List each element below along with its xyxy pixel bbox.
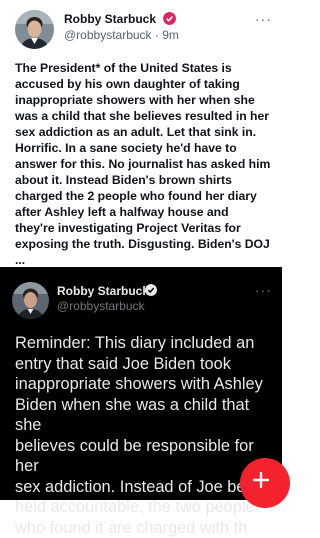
tweet-1[interactable]: Robby Starbuck @robbystarbuck · 9m ··· T… xyxy=(0,0,282,267)
tweet-line: after Ashley left a halfway house and xyxy=(15,204,277,220)
more-options-icon[interactable]: ··· xyxy=(255,282,272,298)
tweet-line: about it. Instead Biden's brown shirts xyxy=(15,172,277,188)
tweet-line: The President* of the United States is xyxy=(15,60,277,76)
author-name[interactable]: Robby Starbuck xyxy=(57,284,149,298)
tweet-line: inappropriate showers with Ashley xyxy=(15,374,277,395)
tweet-line: ... xyxy=(15,252,277,268)
tweet-line: Biden when she was a child that she xyxy=(15,395,277,436)
tweet-line: inappropriate showers with her when she xyxy=(15,92,277,108)
tweet-line: exposing the truth. Disgusting. Biden's … xyxy=(15,236,277,252)
tweet-line: sex addiction. Instead of Joe being xyxy=(15,477,277,498)
tweet-line: sex addiction as an adult. Let that sink… xyxy=(15,124,277,140)
tweet-line: answer for this. No journalist has asked… xyxy=(15,156,277,172)
tweet-text: Reminder: This diary included an entry t… xyxy=(15,333,277,538)
verified-icon xyxy=(163,12,176,25)
author-handle: @robbystarbuck xyxy=(57,299,145,313)
verified-icon xyxy=(145,284,157,296)
plus-icon xyxy=(253,472,269,488)
tweet-line: accused by his own daughter of taking xyxy=(15,76,277,92)
tweet-text: The President* of the United States is a… xyxy=(15,60,277,268)
author-handle: @robbystarbuck · 9m xyxy=(64,28,179,42)
tweet-line: they're investigating Project Veritas fo… xyxy=(15,220,277,236)
compose-button[interactable] xyxy=(240,458,290,508)
more-options-icon[interactable]: ··· xyxy=(255,11,272,27)
tweet-line: held accountable, the two people xyxy=(15,497,277,518)
tweet-line: Horrific. In a sane society he'd have to xyxy=(15,140,277,156)
tweet-line: who found it are charged with th xyxy=(15,518,277,538)
avatar[interactable] xyxy=(15,10,54,49)
tweet-line: was a child that she believes resulted i… xyxy=(15,108,277,124)
tweet-line: charged the 2 people who found her diary xyxy=(15,188,277,204)
tweet-line: entry that said Joe Biden took xyxy=(15,354,277,375)
tweet-line: Reminder: This diary included an xyxy=(15,333,277,354)
author-name[interactable]: Robby Starbuck xyxy=(64,12,156,26)
tweet-line: believes could be responsible for her xyxy=(15,436,277,477)
avatar[interactable] xyxy=(12,282,49,319)
